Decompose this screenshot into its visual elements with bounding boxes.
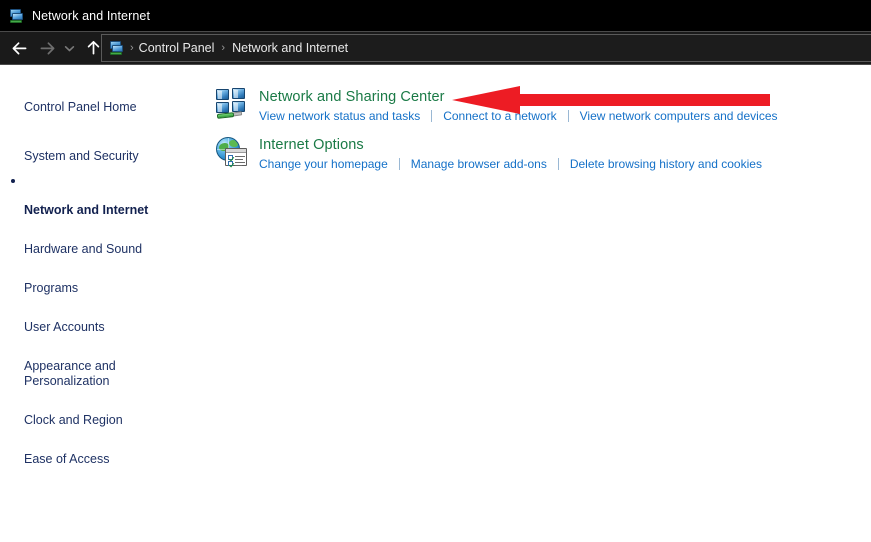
category-links: Change your homepage Manage browser add-… <box>259 156 762 172</box>
recent-locations-button[interactable] <box>60 35 78 61</box>
internet-options-icon <box>215 135 249 169</box>
sidebar-item-clock-and-region[interactable]: Clock and Region <box>0 398 205 428</box>
sidebar-item-label: Hardware and Sound <box>24 242 143 256</box>
address-bar-network-icon <box>108 40 124 56</box>
category-network-and-sharing-center: Network and Sharing Center View network … <box>215 87 778 124</box>
sidebar-item-label: Appearance and Personalization <box>24 359 116 388</box>
window-title: Network and Internet <box>32 8 151 23</box>
category-title-internet-options[interactable]: Internet Options <box>259 136 762 154</box>
category-links: View network status and tasks Connect to… <box>259 108 778 124</box>
sidebar-item-appearance-and-personalization[interactable]: Appearance and Personalization <box>0 344 205 389</box>
link-delete-browsing-history-and-cookies[interactable]: Delete browsing history and cookies <box>570 156 762 172</box>
breadcrumb-separator: › <box>130 41 134 54</box>
breadcrumb-item-control-panel[interactable]: Control Panel <box>139 41 215 55</box>
category-title-network-and-sharing-center[interactable]: Network and Sharing Center <box>259 88 778 106</box>
sidebar-navigation: Control Panel Home System and Security N… <box>0 66 205 476</box>
link-change-your-homepage[interactable]: Change your homepage <box>259 156 388 172</box>
link-connect-to-a-network[interactable]: Connect to a network <box>443 108 556 124</box>
sidebar-item-label: Network and Internet <box>24 203 149 217</box>
bullet-icon <box>11 179 15 183</box>
link-divider <box>567 110 569 122</box>
address-bar[interactable]: › Control Panel › Network and Internet <box>101 34 871 62</box>
network-and-sharing-center-icon <box>215 87 249 121</box>
sidebar-item-label: User Accounts <box>24 320 105 334</box>
link-manage-browser-add-ons[interactable]: Manage browser add-ons <box>411 156 547 172</box>
sidebar-item-label: Ease of Access <box>24 452 110 466</box>
network-icon <box>8 8 24 24</box>
chevron-down-icon <box>64 45 74 51</box>
sidebar-item-system-and-security[interactable]: System and Security <box>0 134 205 164</box>
sidebar-item-hardware-and-sound[interactable]: Hardware and Sound <box>0 227 205 257</box>
sidebar-item-ease-of-access[interactable]: Ease of Access <box>0 437 205 467</box>
link-divider <box>398 158 400 170</box>
arrow-up-icon <box>87 40 99 55</box>
sidebar-item-label: Programs <box>24 281 79 295</box>
window-title-bar: Network and Internet <box>0 0 871 31</box>
arrow-left-icon <box>12 41 26 54</box>
sidebar-item-user-accounts[interactable]: User Accounts <box>0 305 205 335</box>
sidebar-item-programs[interactable]: Programs <box>0 266 205 296</box>
sidebar-item-label: System and Security <box>24 149 139 163</box>
link-divider <box>557 158 559 170</box>
sidebar-item-label: Control Panel Home <box>24 100 137 114</box>
arrow-right-icon <box>40 41 54 54</box>
breadcrumb-separator: › <box>221 41 226 54</box>
link-divider <box>431 110 433 122</box>
category-internet-options: Internet Options Change your homepage Ma… <box>215 135 762 172</box>
sidebar-item-network-and-internet[interactable]: Network and Internet <box>0 173 205 218</box>
breadcrumb-item-network-and-internet[interactable]: Network and Internet <box>232 41 348 55</box>
main-content: Network and Sharing Center View network … <box>205 66 871 542</box>
sidebar-item-control-panel-home[interactable]: Control Panel Home <box>0 85 205 115</box>
sidebar-item-label: Clock and Region <box>24 413 123 427</box>
link-view-network-computers-and-devices[interactable]: View network computers and devices <box>580 108 778 124</box>
back-button[interactable] <box>6 35 32 61</box>
link-view-network-status-and-tasks[interactable]: View network status and tasks <box>259 108 420 124</box>
forward-button[interactable] <box>34 35 60 61</box>
